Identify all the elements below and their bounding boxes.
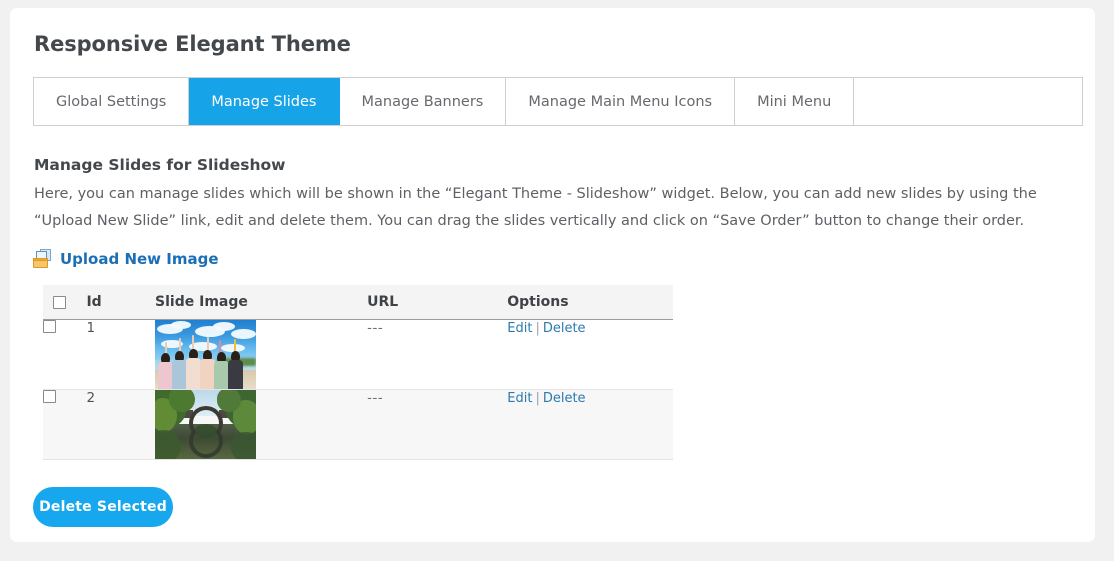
row-id-cell: 2	[86, 389, 156, 460]
row-id: 1	[86, 320, 96, 336]
tab-manage-main-menu-icons[interactable]: Manage Main Menu Icons	[506, 78, 736, 125]
table-header-row: Id Slide Image URL Options	[43, 285, 673, 320]
upload-new-image-link[interactable]: Upload New Image	[33, 249, 219, 268]
row-id-cell: 1	[86, 319, 156, 390]
edit-link[interactable]: Edit	[507, 321, 532, 336]
header-select-all	[43, 285, 87, 320]
row-select-cell	[43, 319, 87, 390]
edit-link[interactable]: Edit	[507, 391, 532, 406]
header-slide-image: Slide Image	[155, 285, 368, 320]
table-row: 2 --- Edit | Delete	[43, 389, 673, 460]
delete-selected-button[interactable]: Delete Selected	[33, 487, 173, 527]
slide-thumbnail[interactable]	[155, 320, 257, 389]
header-url: URL	[367, 285, 508, 320]
row-options-cell: Edit | Delete	[507, 319, 673, 390]
row-url: ---	[367, 390, 384, 406]
slide-thumbnail[interactable]	[155, 390, 257, 459]
row-options-cell: Edit | Delete	[507, 389, 673, 460]
delete-link[interactable]: Delete	[543, 321, 586, 336]
section-heading: Manage Slides for Slideshow	[34, 156, 286, 174]
row-image-cell	[155, 319, 368, 390]
row-url-cell: ---	[367, 319, 508, 390]
page-title: Responsive Elegant Theme	[34, 32, 351, 56]
tab-manage-slides[interactable]: Manage Slides	[189, 78, 340, 125]
admin-panel-card: Responsive Elegant Theme Global Settings…	[10, 8, 1095, 542]
table-head: Id Slide Image URL Options	[43, 285, 673, 320]
row-url-cell: ---	[367, 389, 508, 460]
options-separator: |	[535, 321, 540, 336]
table-row: 1 --- Edit | Delete	[43, 319, 673, 390]
slides-table: Id Slide Image URL Options 1 --- Edit | …	[43, 285, 673, 460]
delete-link[interactable]: Delete	[543, 391, 586, 406]
header-options: Options	[507, 285, 673, 320]
options-separator: |	[535, 391, 540, 406]
header-id: Id	[86, 285, 156, 320]
tab-mini-menu[interactable]: Mini Menu	[735, 78, 855, 125]
tab-global-settings[interactable]: Global Settings	[34, 78, 190, 125]
tab-manage-banners[interactable]: Manage Banners	[339, 78, 507, 125]
select-all-checkbox[interactable]	[53, 295, 66, 309]
row-url: ---	[367, 320, 384, 336]
row-checkbox[interactable]	[43, 390, 56, 403]
add-media-icon	[33, 249, 54, 268]
upload-new-image-label: Upload New Image	[60, 249, 219, 268]
row-checkbox[interactable]	[43, 320, 56, 333]
table-body: 1 --- Edit | Delete 2 --- Edit | Delete	[43, 319, 673, 460]
tab-bar-filler	[854, 78, 1082, 125]
tab-bar: Global Settings Manage Slides Manage Ban…	[33, 77, 1083, 126]
row-select-cell	[43, 389, 87, 460]
section-description: Here, you can manage slides which will b…	[34, 186, 1037, 229]
row-image-cell	[155, 389, 368, 460]
row-id: 2	[86, 390, 96, 406]
